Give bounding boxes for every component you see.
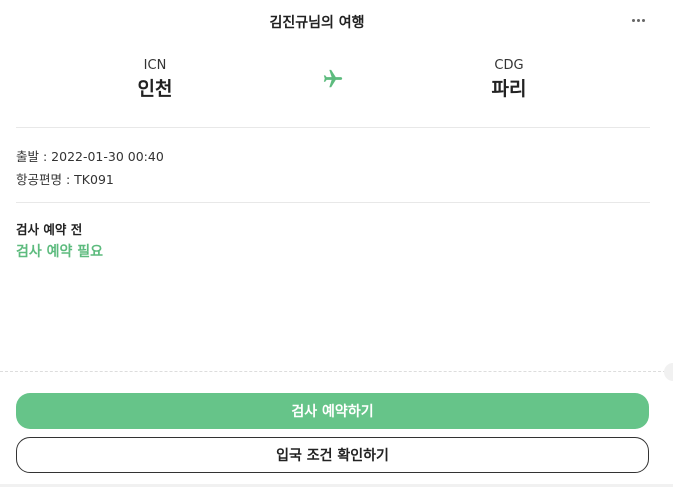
book-test-button[interactable]: 검사 예약하기 (16, 393, 649, 429)
trip-title: 김진규님의 여행 (269, 15, 365, 31)
flight-number: 항공편명 : TK091 (16, 172, 114, 187)
destination-city: 파리 (491, 78, 527, 100)
flight-info: 출발 : 2022-01-30 00:40 항공편명 : TK091 (16, 145, 164, 191)
card-header: 김진규님의 여행 (0, 0, 666, 44)
destination-code: CDG (494, 58, 524, 73)
divider (16, 202, 650, 203)
trip-card: 김진규님의 여행 ICN 인천 CDG 파리 출발 : 2022-01-30 0… (0, 0, 666, 487)
page: 김진규님의 여행 ICN 인천 CDG 파리 출발 : 2022-01-30 0… (0, 0, 673, 487)
dashed-separator (0, 371, 666, 372)
origin-code: ICN (143, 58, 167, 73)
status-label: 검사 예약 전 (16, 222, 83, 237)
divider (16, 127, 650, 128)
origin-city: 인천 (137, 78, 173, 100)
check-entry-requirements-button[interactable]: 입국 조건 확인하기 (16, 437, 649, 473)
card-edge (666, 0, 673, 487)
departure-time: 출발 : 2022-01-30 00:40 (16, 149, 164, 164)
origin-airport: ICN 인천 (85, 56, 225, 102)
flight-route: ICN 인천 CDG 파리 (16, 56, 650, 112)
test-status: 검사 예약 전 검사 예약 필요 (16, 220, 103, 264)
destination-airport: CDG 파리 (439, 56, 579, 102)
status-value: 검사 예약 필요 (16, 244, 104, 260)
airplane-icon (323, 69, 343, 88)
more-horizontal-icon[interactable] (628, 10, 648, 30)
